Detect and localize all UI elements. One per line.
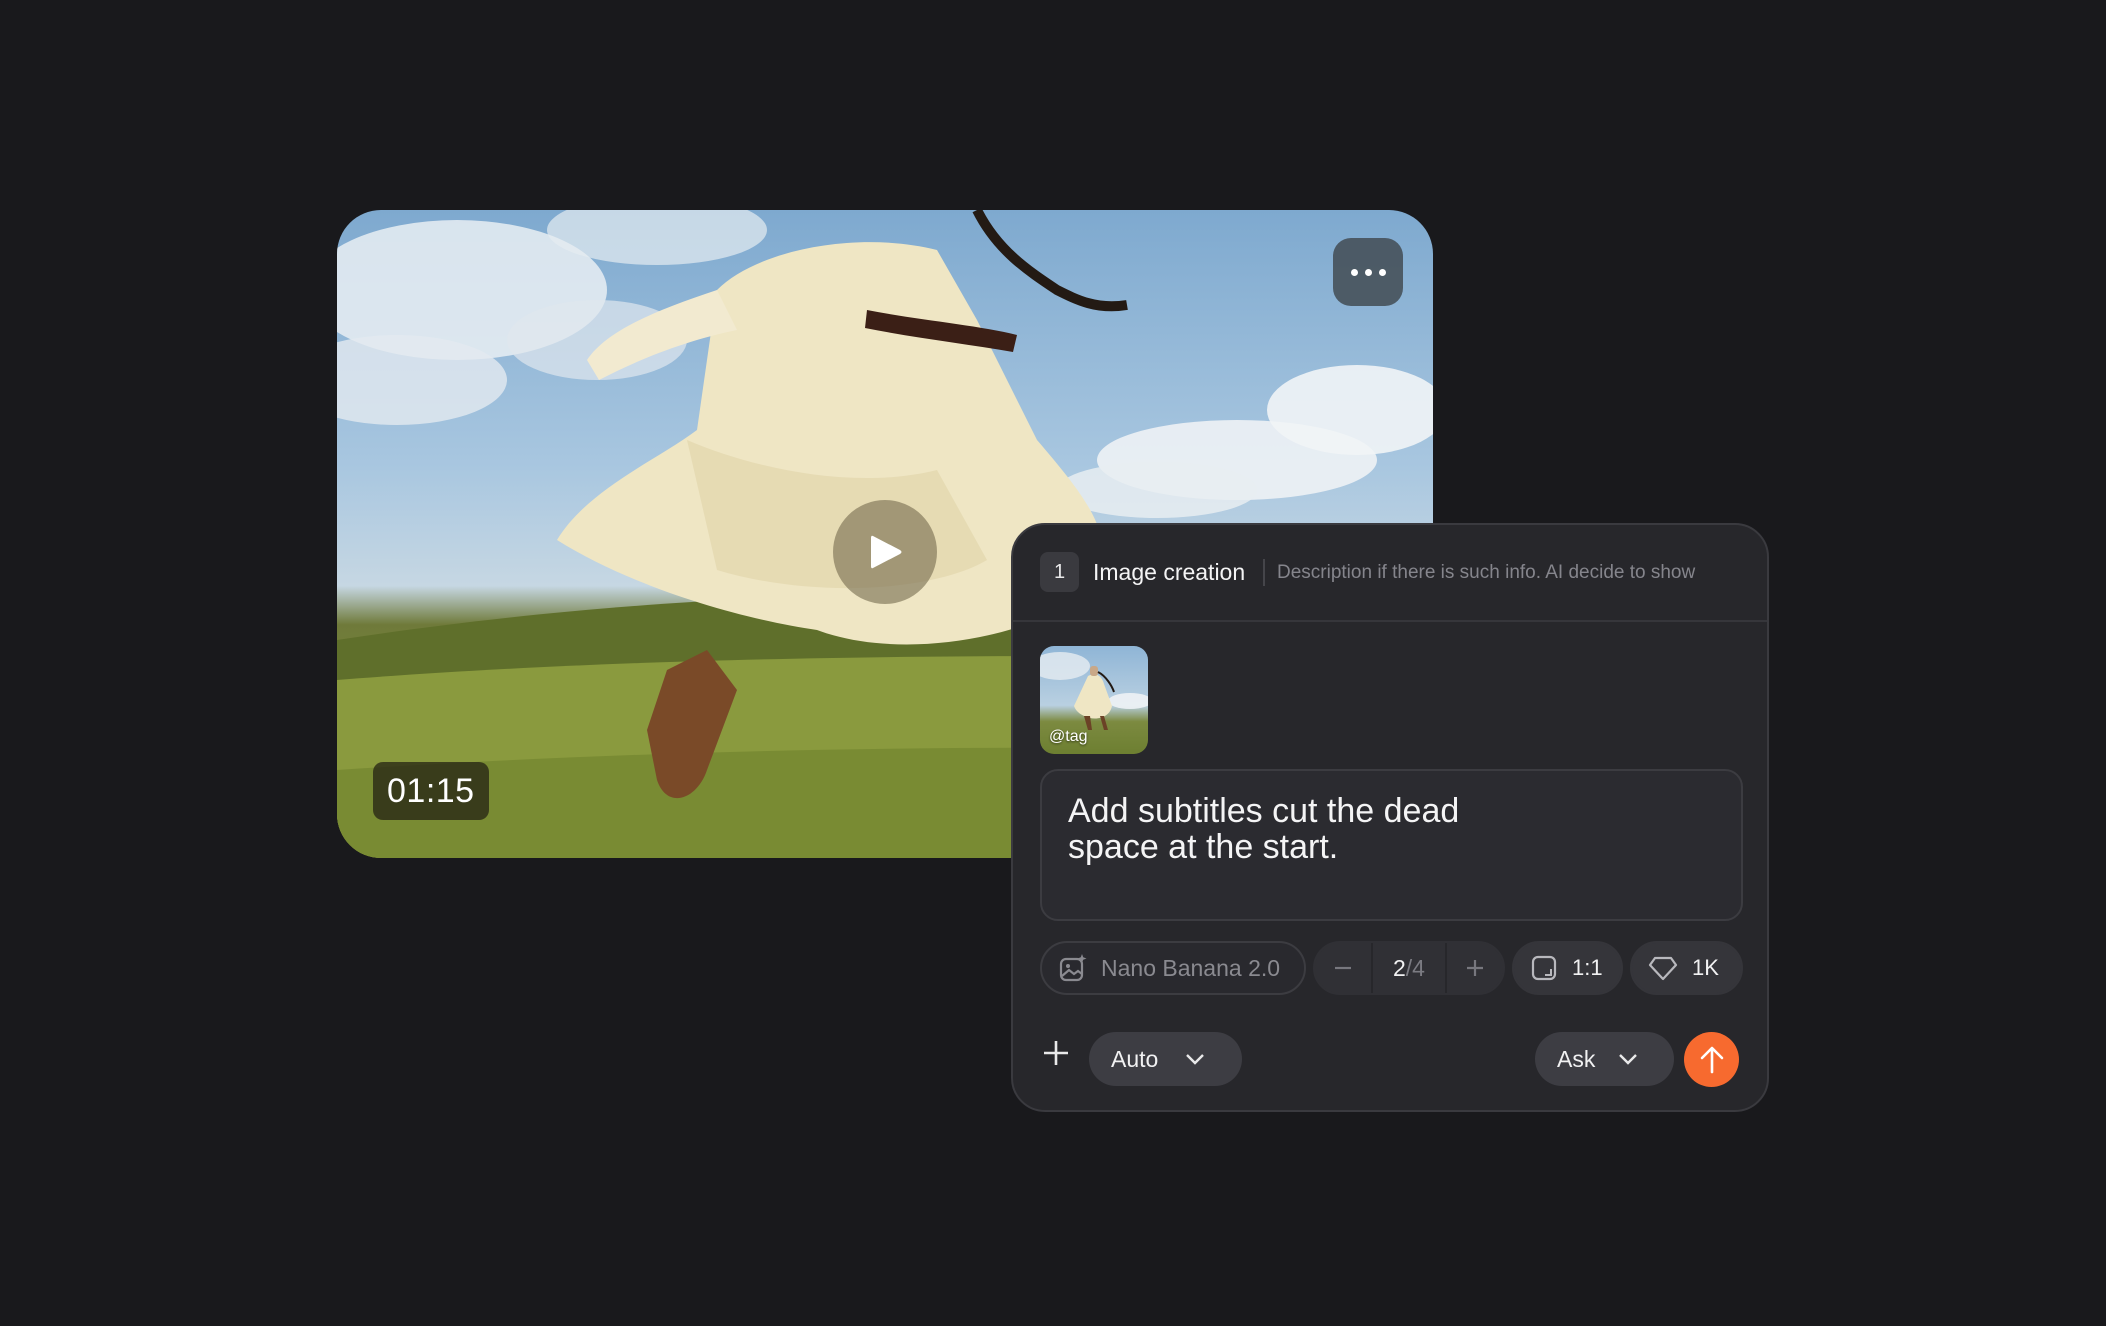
action-dropdown[interactable]: Ask (1535, 1032, 1674, 1086)
image-sparkle-icon (1059, 954, 1087, 982)
count-current: 2 (1393, 954, 1406, 981)
action-label: Ask (1557, 1045, 1596, 1072)
minus-icon (1334, 966, 1351, 970)
play-icon (871, 535, 902, 569)
image-count-value: 2/4 (1370, 943, 1448, 993)
resolution-value: 1K (1692, 955, 1719, 980)
decrement-button[interactable] (1315, 943, 1371, 993)
model-label: Nano Banana 2.0 (1101, 954, 1281, 981)
send-button[interactable] (1684, 1032, 1739, 1087)
prompt-input[interactable]: Add subtitles cut the dead space at the … (1040, 769, 1743, 921)
attachment-thumbnail[interactable]: @tag (1040, 646, 1148, 754)
step-number-badge: 1 (1040, 552, 1079, 592)
chevron-down-icon (1186, 1054, 1205, 1065)
panel-description: Description if there is such info. AI de… (1277, 562, 1696, 583)
diamond-icon (1648, 956, 1678, 981)
increment-button[interactable] (1447, 943, 1503, 993)
image-creation-panel: 1 Image creation Description if there is… (1011, 523, 1769, 1112)
aspect-ratio-value: 1:1 (1572, 955, 1603, 980)
panel-header: 1 Image creation Description if there is… (1013, 525, 1767, 622)
plus-icon (1044, 1041, 1068, 1065)
aspect-ratio-icon (1531, 955, 1557, 981)
panel-title: Image creation (1093, 559, 1246, 585)
resolution-selector[interactable]: 1K (1630, 941, 1743, 995)
header-divider (1263, 559, 1265, 586)
prompt-text: Add subtitles cut the dead space at the … (1068, 792, 1460, 866)
count-total: /4 (1405, 954, 1425, 981)
mode-label: Auto (1111, 1045, 1159, 1072)
aspect-ratio-selector[interactable]: 1:1 (1512, 941, 1623, 995)
mode-dropdown[interactable]: Auto (1089, 1032, 1242, 1086)
image-count-stepper: 2/4 (1313, 941, 1505, 995)
play-button[interactable] (833, 500, 937, 604)
model-selector[interactable]: Nano Banana 2.0 (1040, 941, 1306, 995)
arrow-up-icon (1700, 1046, 1723, 1073)
ellipsis-icon (1350, 268, 1358, 276)
chevron-down-icon (1619, 1054, 1638, 1065)
add-attachment-button[interactable] (1037, 1034, 1075, 1072)
video-timecode: 01:15 (373, 762, 489, 820)
more-options-button[interactable] (1333, 238, 1403, 306)
plus-icon (1467, 960, 1484, 976)
attachment-tag: @tag (1049, 728, 1088, 745)
